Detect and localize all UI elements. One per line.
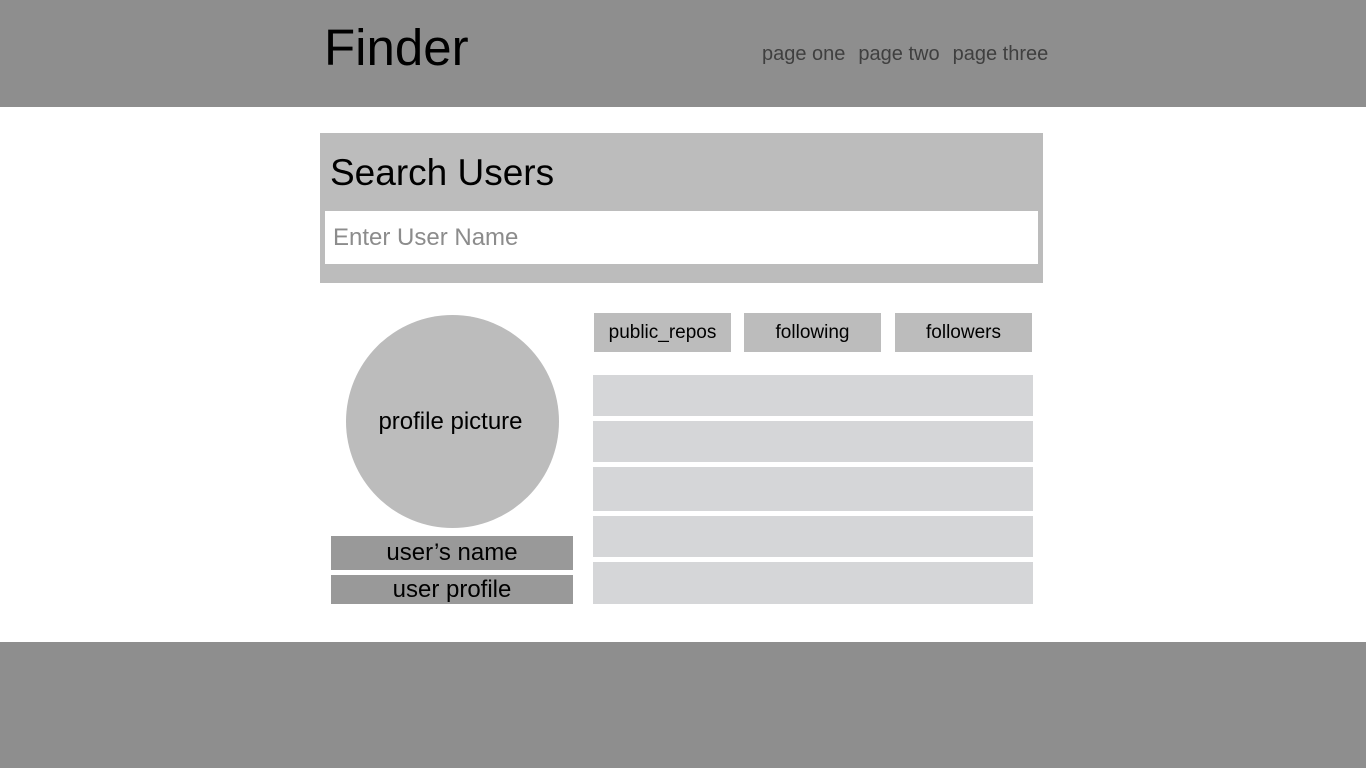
site-header: Finder page one page two page three: [0, 0, 1366, 107]
profile-picture: profile picture: [346, 315, 559, 528]
following-button[interactable]: following: [744, 313, 881, 352]
search-input[interactable]: [325, 211, 1038, 264]
brand-logo-text[interactable]: Finder: [324, 18, 469, 78]
profile-picture-label: profile picture: [378, 407, 523, 435]
public-repos-button[interactable]: public_repos: [594, 313, 731, 352]
main-nav: page one page two page three: [762, 42, 1048, 66]
search-panel: Search Users: [320, 133, 1043, 283]
result-row[interactable]: [593, 562, 1033, 604]
user-name-label: user’s name: [331, 536, 573, 570]
nav-link-page-two[interactable]: page two: [858, 42, 939, 66]
user-profile-link[interactable]: user profile: [331, 575, 573, 604]
result-row[interactable]: [593, 516, 1033, 557]
nav-link-page-one[interactable]: page one: [762, 42, 845, 66]
nav-link-page-three[interactable]: page three: [953, 42, 1049, 66]
result-row[interactable]: [593, 421, 1033, 462]
followers-button[interactable]: followers: [895, 313, 1032, 352]
search-title: Search Users: [330, 152, 555, 193]
result-row[interactable]: [593, 467, 1033, 511]
site-footer: [0, 642, 1366, 768]
result-row[interactable]: [593, 375, 1033, 416]
